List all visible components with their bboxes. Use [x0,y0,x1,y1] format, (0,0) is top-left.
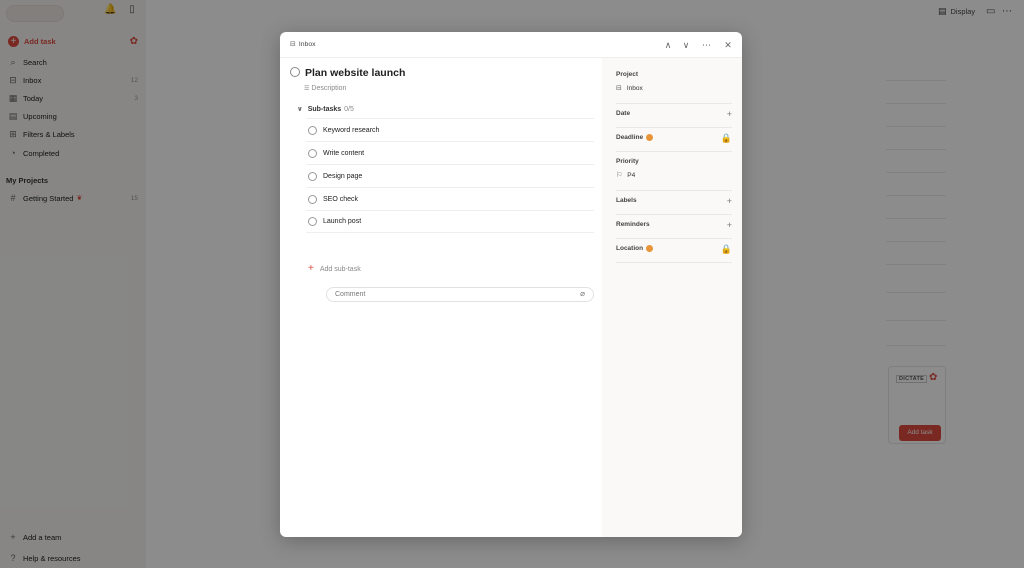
project-label: Project [616,71,639,78]
previous-task-icon[interactable]: ∧ [662,39,674,51]
subtask-label: Design page [323,172,363,180]
reminders-label: Reminders [616,221,650,228]
reminders-property[interactable]: Reminders + [616,221,732,230]
inbox-icon: ⊟ [616,85,622,92]
task-main-pane: Plan website launch ☰ Description ∨ Sub-… [280,58,602,537]
task-properties-pane: Project ⊟ Inbox Date + Deadline 🔒 Priori… [602,58,742,537]
priority-value-label: P4 [627,171,636,179]
breadcrumb-label: Inbox [298,40,316,48]
divider [616,214,732,215]
subtask-row[interactable]: Design page [306,164,594,187]
more-actions-icon[interactable]: ⋯ [701,39,713,51]
project-property[interactable]: Project ⊟ Inbox [616,71,732,92]
close-icon[interactable]: ✕ [722,39,734,51]
deadline-label-row: Deadline [616,134,732,141]
subtask-label: SEO check [323,195,359,203]
project-value-label: Inbox [626,84,643,92]
chevron-down-icon: ∨ [297,106,303,113]
task-title[interactable]: Plan website launch [305,67,405,79]
project-value[interactable]: ⊟ Inbox [616,84,732,93]
description-placeholder: Description [311,85,347,92]
subtask-row[interactable]: Write content [306,141,594,164]
subtask-label: Keyword research [323,126,380,134]
subtask-checkbox[interactable] [308,171,317,181]
subtasks-toggle[interactable]: ∨ Sub-tasks 0/5 [297,105,354,114]
lock-icon: 🔒 [720,133,732,143]
subtask-row[interactable]: Launch post [306,210,594,233]
upgrade-badge-icon [646,245,654,252]
add-label-plus-icon[interactable]: + [727,197,732,206]
paperclip-icon[interactable]: ⌀ [580,289,585,298]
modal-header: ⊟ Inbox ∧ ∨ ⋯ ✕ [280,32,742,58]
subtask-checkbox[interactable] [308,125,317,135]
lock-icon: 🔒 [720,244,732,254]
subtask-label: Write content [323,149,365,157]
date-label: Date [616,110,631,117]
add-subtask-button[interactable]: + Add sub-task [308,264,361,274]
divider [616,151,732,152]
labels-label: Labels [616,197,637,204]
priority-property[interactable]: Priority ⚐ P4 [616,158,732,179]
date-property[interactable]: Date + [616,110,732,119]
add-subtask-label: Add sub-task [319,265,361,273]
divider [616,238,732,239]
subtask-checkbox[interactable] [308,217,317,226]
plus-icon: + [308,263,314,274]
next-task-icon[interactable]: ∨ [680,39,692,51]
deadline-property[interactable]: Deadline 🔒 [616,133,732,143]
subtask-checkbox[interactable] [308,194,317,204]
subtask-row[interactable]: Keyword research [306,118,594,141]
task-complete-checkbox[interactable] [290,67,300,77]
divider [616,127,732,128]
subtasks-label: Sub-tasks [307,105,342,113]
description-icon: ☰ [304,86,310,92]
priority-value[interactable]: ⚐ P4 [616,171,732,180]
comment-placeholder: Comment [335,291,366,298]
location-label: Location [616,245,644,252]
flag-icon: ⚐ [616,172,623,179]
divider [616,103,732,104]
priority-label: Priority [616,158,639,165]
subtask-label: Launch post [323,218,362,225]
labels-property[interactable]: Labels + [616,197,732,206]
breadcrumb[interactable]: ⊟ Inbox [290,40,316,49]
divider [616,190,732,191]
inbox-icon: ⊟ [290,41,296,48]
upgrade-badge-icon [646,134,654,141]
comment-input[interactable]: Comment ⌀ [326,287,594,302]
subtask-row[interactable]: SEO check [306,187,594,210]
divider [616,262,732,263]
deadline-label: Deadline [616,134,644,141]
add-reminder-plus-icon[interactable]: + [727,221,732,230]
task-detail-modal: ⊟ Inbox ∧ ∨ ⋯ ✕ Plan website launch ☰ De… [280,32,742,537]
description-field[interactable]: ☰ Description [304,85,346,92]
add-date-plus-icon[interactable]: + [727,110,732,119]
location-property[interactable]: Location 🔒 [616,244,732,254]
subtasks-count: 0/5 [344,105,354,113]
subtask-checkbox[interactable] [308,148,317,158]
location-label-row: Location [616,245,732,252]
